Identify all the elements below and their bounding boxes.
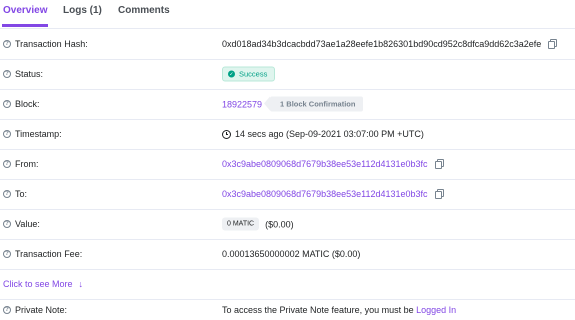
value-amount-badge: 0 MATIC	[222, 217, 260, 231]
status-text: Success	[239, 69, 268, 79]
transaction-hash-value: 0xd018ad34b3dcacbdd73ae1a28eefe1b826301b…	[222, 39, 542, 49]
row-transaction-fee: ? Transaction Fee: 0.00013650000002 MATI…	[0, 239, 575, 270]
question-circle-icon[interactable]: ?	[3, 190, 11, 198]
label-status: Status:	[15, 69, 44, 79]
question-circle-icon[interactable]: ?	[3, 70, 11, 78]
copy-icon[interactable]	[434, 189, 444, 199]
see-more-link[interactable]: Click to see More ↓	[3, 279, 83, 289]
tab-overview[interactable]: Overview	[3, 5, 47, 16]
copy-icon[interactable]	[434, 159, 444, 169]
row-to: ? To: 0x3c9abe0809068d7679b38ee53e112d41…	[0, 179, 575, 210]
row-transaction-hash: ? Transaction Hash: 0xd018ad34b3dcacbdd7…	[0, 29, 575, 60]
label-private-note: Private Note:	[15, 304, 68, 315]
label-to: To:	[15, 189, 28, 199]
block-confirmation-badge: 1 Block Confirmation	[264, 96, 364, 112]
arrow-down-icon: ↓	[78, 279, 84, 289]
block-number-link[interactable]: 18922579	[222, 99, 262, 109]
see-more-label: Click to see More	[3, 279, 73, 289]
label-transaction-hash: Transaction Hash:	[15, 39, 88, 49]
active-tab-indicator	[2, 24, 48, 27]
row-block: ? Block: 18922579 1 Block Confirmation	[0, 89, 575, 120]
check-circle-icon: ✓	[228, 70, 235, 78]
question-circle-icon[interactable]: ?	[3, 220, 11, 228]
tab-bar: Overview Logs (1) Comments	[0, 0, 575, 29]
row-private-note: ? Private Note: To access the Private No…	[0, 299, 575, 320]
question-circle-icon[interactable]: ?	[3, 40, 11, 48]
from-address-link[interactable]: 0x3c9abe0809068d7679b38ee53e112d4131e0b3…	[222, 159, 428, 169]
question-circle-icon[interactable]: ?	[3, 250, 11, 258]
transaction-fee-value: 0.00013650000002 MATIC ($0.00)	[222, 249, 361, 259]
label-block: Block:	[15, 99, 40, 109]
copy-icon[interactable]	[548, 39, 558, 49]
question-circle-icon[interactable]: ?	[3, 130, 11, 138]
label-from: From:	[15, 159, 39, 169]
to-address-link[interactable]: 0x3c9abe0809068d7679b38ee53e112d4131e0b3…	[222, 189, 428, 199]
tab-comments[interactable]: Comments	[118, 5, 170, 16]
clock-icon	[222, 129, 231, 139]
row-status: ? Status: ✓ Success	[0, 59, 575, 90]
login-link[interactable]: Logged In	[416, 305, 456, 315]
row-from: ? From: 0x3c9abe0809068d7679b38ee53e112d…	[0, 149, 575, 180]
label-timestamp: Timestamp:	[15, 129, 62, 139]
timestamp-value: 14 secs ago (Sep-09-2021 03:07:00 PM +UT…	[235, 129, 424, 139]
question-circle-icon[interactable]: ?	[3, 305, 11, 314]
row-see-more: Click to see More ↓	[0, 269, 575, 300]
question-circle-icon[interactable]: ?	[3, 100, 11, 108]
label-transaction-fee: Transaction Fee:	[15, 249, 83, 259]
row-value: ? Value: 0 MATIC ($0.00)	[0, 209, 575, 240]
tab-logs[interactable]: Logs (1)	[63, 5, 102, 16]
private-note-text: To access the Private Note feature, you …	[222, 304, 414, 315]
row-timestamp: ? Timestamp: 14 secs ago (Sep-09-2021 03…	[0, 119, 575, 150]
question-circle-icon[interactable]: ?	[3, 160, 11, 168]
value-usd: ($0.00)	[265, 219, 294, 229]
label-value: Value:	[15, 219, 40, 229]
status-badge: ✓ Success	[222, 66, 276, 82]
